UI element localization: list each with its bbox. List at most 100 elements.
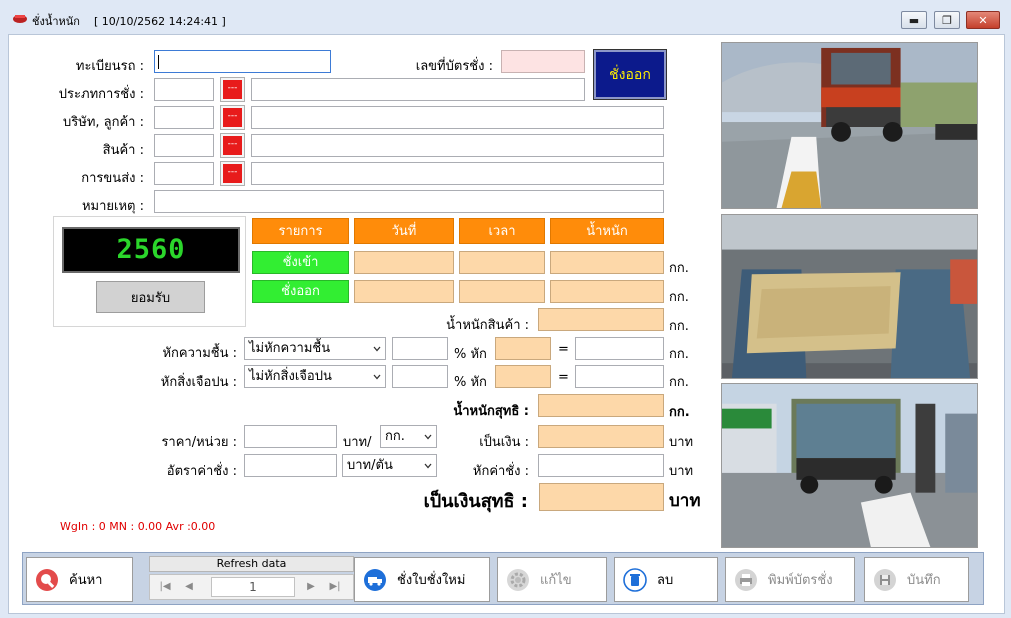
- printer-icon: [735, 568, 757, 591]
- weigh-in-unit: กก.: [669, 261, 689, 276]
- price-unit-label: บาท/: [343, 435, 372, 450]
- chevron-down-icon: [373, 346, 381, 352]
- weigh-out-button[interactable]: ชั่งออก: [593, 49, 667, 100]
- product-lookup-button[interactable]: ---: [220, 133, 245, 158]
- grid-header-weight: น้ำหนัก: [550, 218, 664, 244]
- moisture-percent-input[interactable]: [392, 337, 448, 360]
- impurity-percent-input[interactable]: [392, 365, 448, 388]
- weigh-out-time: [459, 280, 545, 303]
- delete-button-label: ลบ: [657, 573, 674, 588]
- price-per-unit-label: ราคา/หน่วย :: [161, 435, 237, 450]
- net-weight-unit: กก.: [669, 405, 690, 420]
- weigh-fee-field[interactable]: [538, 454, 664, 477]
- close-button[interactable]: ✕: [966, 11, 1000, 29]
- main-form: ทะเบียนรถ : เลขที่บัตรชั่ง : ชั่งออก ประ…: [8, 34, 1005, 614]
- weigh-type-label: ประภทการชั่ง :: [58, 87, 144, 102]
- price-unit-select[interactable]: กก.: [380, 425, 437, 448]
- scale-panel: 2560 ยอมรับ: [53, 216, 246, 327]
- moisture-select[interactable]: ไม่หักความชื้น: [244, 337, 386, 360]
- new-ticket-button[interactable]: ชั่งใบชั่งใหม่: [354, 557, 490, 602]
- product-weight-unit: กก.: [669, 319, 689, 334]
- save-button[interactable]: บันทึก: [864, 557, 969, 602]
- product-name-field[interactable]: [251, 134, 664, 157]
- window-title-text: ชั่งน้ำหนัก: [32, 15, 80, 28]
- transport-code-input[interactable]: [154, 162, 214, 185]
- moisture-select-value: ไม่หักความชื้น: [249, 341, 331, 356]
- grid-header-date: วันที่: [354, 218, 454, 244]
- rate-unit-select[interactable]: บาท/ตัน: [342, 454, 437, 477]
- moisture-equals: =: [558, 342, 569, 357]
- amount-field: [538, 425, 664, 448]
- weigh-out-row-label[interactable]: ชั่งออก: [252, 280, 349, 303]
- title-bar: ชั่งน้ำหนัก [ 10/10/2562 14:24:41 ] ▬ ❐ …: [0, 0, 1011, 38]
- truck-icon: [364, 568, 386, 591]
- price-unit-select-value: กก.: [385, 429, 405, 444]
- search-button[interactable]: ค้นหา: [26, 557, 133, 602]
- company-label: บริษัท, ลูกค้า :: [63, 115, 144, 130]
- edit-button-label: แก้ไข: [540, 573, 572, 588]
- remark-label: หมายเหตุ :: [81, 199, 144, 214]
- weigh-type-name-field[interactable]: [251, 78, 585, 101]
- moisture-deduct-field: [495, 337, 551, 360]
- maximize-icon: ❐: [942, 13, 952, 27]
- transport-label: การขนส่ง :: [81, 171, 144, 186]
- impurity-unit: กก.: [669, 375, 689, 390]
- moisture-label: หักความชื้น :: [162, 346, 237, 361]
- close-icon: ✕: [978, 13, 988, 27]
- remark-input[interactable]: [154, 190, 664, 213]
- new-ticket-button-label: ชั่งใบชั่งใหม่: [397, 573, 466, 588]
- company-code-input[interactable]: [154, 106, 214, 129]
- moisture-unit: กก.: [669, 347, 689, 362]
- action-toolbar: ค้นหา Refresh data |◀ ◀ 1 ▶ ▶| ชั่งใบชั่…: [22, 552, 984, 605]
- trash-icon: [623, 567, 647, 592]
- impurity-deduct-field: [495, 365, 551, 388]
- ticket-number-field: [501, 50, 585, 73]
- plate-input[interactable]: [154, 50, 331, 73]
- product-label: สินค้า :: [102, 143, 144, 158]
- edit-button[interactable]: แก้ไข: [497, 557, 607, 602]
- moisture-result-field: [575, 337, 664, 360]
- price-per-unit-input[interactable]: [244, 425, 337, 448]
- amount-unit: บาท: [669, 435, 694, 450]
- company-name-field[interactable]: [251, 106, 664, 129]
- weigh-out-weight: [550, 280, 664, 303]
- weigh-fee-rate-input[interactable]: [244, 454, 337, 477]
- minimize-button[interactable]: ▬: [901, 11, 927, 29]
- weigh-in-row-label[interactable]: ชั่งเข้า: [252, 251, 349, 274]
- weigh-type-lookup-button[interactable]: ---: [220, 77, 245, 102]
- maximize-button[interactable]: ❐: [934, 11, 960, 29]
- impurity-label: หักสิ่งเจือปน :: [160, 375, 237, 390]
- minimize-icon: ▬: [908, 13, 920, 27]
- text-caret: [158, 55, 159, 69]
- weigh-in-date: [354, 251, 454, 274]
- accept-button[interactable]: ยอมรับ: [96, 281, 205, 313]
- transport-name-field[interactable]: [251, 162, 664, 185]
- weigh-in-time: [459, 251, 545, 274]
- next-page-icon[interactable]: ▶: [304, 580, 318, 594]
- transport-lookup-button[interactable]: ---: [220, 161, 245, 186]
- record-navigator: Refresh data |◀ ◀ 1 ▶ ▶|: [149, 556, 354, 601]
- amount-label: เป็นเงิน :: [479, 435, 529, 450]
- page-number-field[interactable]: 1: [211, 577, 295, 597]
- weigh-fee-rate-label: อัตราค่าชั่ง :: [166, 464, 237, 479]
- search-button-label: ค้นหา: [69, 573, 103, 588]
- delete-button[interactable]: ลบ: [614, 557, 718, 602]
- moisture-percent-label: % หัก: [454, 347, 487, 362]
- impurity-equals: =: [558, 370, 569, 385]
- prev-page-icon[interactable]: ◀: [182, 580, 196, 594]
- company-lookup-button[interactable]: ---: [220, 105, 245, 130]
- print-ticket-button[interactable]: พิมพ์บัตรชั่ง: [725, 557, 855, 602]
- net-weight-field: [538, 394, 664, 417]
- impurity-percent-label: % หัก: [454, 375, 487, 390]
- weigh-type-code-input[interactable]: [154, 78, 214, 101]
- scale-reading: 2560: [62, 227, 240, 273]
- impurity-select[interactable]: ไม่หักสิ่งเจือปน: [244, 365, 386, 388]
- product-code-input[interactable]: [154, 134, 214, 157]
- save-icon: [874, 568, 896, 591]
- refresh-data-button[interactable]: Refresh data: [149, 556, 354, 572]
- scale-app-icon: [13, 15, 27, 23]
- grid-header-time: เวลา: [459, 218, 545, 244]
- save-button-label: บันทึก: [907, 573, 941, 588]
- last-page-icon[interactable]: ▶|: [328, 580, 342, 594]
- first-page-icon[interactable]: |◀: [158, 580, 172, 594]
